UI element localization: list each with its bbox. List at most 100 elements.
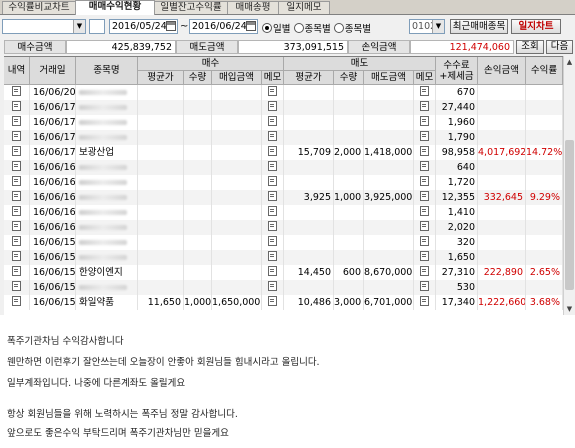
buy-memo-icon-cell[interactable] bbox=[262, 280, 284, 295]
table-row[interactable]: 16/06/16 1,720 bbox=[4, 175, 563, 190]
memo-document-icon[interactable] bbox=[12, 161, 21, 171]
buy-memo-icon-cell[interactable] bbox=[262, 130, 284, 145]
buy-memo-icon-cell[interactable] bbox=[262, 175, 284, 190]
memo-document-icon[interactable] bbox=[420, 146, 429, 156]
grid-scrollbar[interactable]: ▲ ▼ bbox=[563, 56, 575, 315]
journal-chart-button[interactable]: 일지차트 bbox=[511, 19, 561, 34]
memo-document-icon[interactable] bbox=[268, 281, 277, 291]
detail-icon-cell[interactable] bbox=[4, 265, 30, 280]
tab-trade-review[interactable]: 매매송평 bbox=[227, 1, 279, 14]
sell-memo-icon-cell[interactable] bbox=[414, 115, 436, 130]
sell-memo-icon-cell[interactable] bbox=[414, 235, 436, 250]
memo-document-icon[interactable] bbox=[12, 101, 21, 111]
calendar-icon[interactable] bbox=[166, 21, 176, 31]
buy-memo-icon-cell[interactable] bbox=[262, 220, 284, 235]
chevron-down-icon[interactable]: ▼ bbox=[432, 20, 444, 33]
memo-document-icon[interactable] bbox=[268, 236, 277, 246]
sell-memo-icon-cell[interactable] bbox=[414, 85, 436, 100]
detail-icon-cell[interactable] bbox=[4, 235, 30, 250]
memo-document-icon[interactable] bbox=[12, 191, 21, 201]
memo-document-icon[interactable] bbox=[268, 251, 277, 261]
detail-icon-cell[interactable] bbox=[4, 115, 30, 130]
memo-document-icon[interactable] bbox=[420, 296, 429, 306]
scroll-down-icon[interactable]: ▼ bbox=[564, 303, 575, 315]
table-row[interactable]: 16/06/20 670 bbox=[4, 85, 563, 100]
table-row[interactable]: 16/06/16 2,020 bbox=[4, 220, 563, 235]
table-row[interactable]: 16/06/15 530 bbox=[4, 280, 563, 295]
account-select[interactable]: ▼ bbox=[2, 19, 86, 34]
detail-icon-cell[interactable] bbox=[4, 280, 30, 295]
memo-document-icon[interactable] bbox=[12, 251, 21, 261]
query-button[interactable]: 조회 bbox=[516, 40, 544, 54]
buy-memo-icon-cell[interactable] bbox=[262, 205, 284, 220]
memo-document-icon[interactable] bbox=[420, 176, 429, 186]
memo-document-icon[interactable] bbox=[12, 206, 21, 216]
buy-memo-icon-cell[interactable] bbox=[262, 250, 284, 265]
buy-memo-icon-cell[interactable] bbox=[262, 295, 284, 310]
radio-daily[interactable]: 일별 bbox=[262, 23, 290, 35]
memo-document-icon[interactable] bbox=[12, 281, 21, 291]
memo-document-icon[interactable] bbox=[268, 296, 277, 306]
memo-document-icon[interactable] bbox=[420, 251, 429, 261]
sell-memo-icon-cell[interactable] bbox=[414, 220, 436, 235]
recent-trade-stocks-button[interactable]: 최근매매종목 bbox=[450, 19, 508, 34]
detail-icon-cell[interactable] bbox=[4, 130, 30, 145]
detail-icon-cell[interactable] bbox=[4, 190, 30, 205]
sell-memo-icon-cell[interactable] bbox=[414, 295, 436, 310]
memo-document-icon[interactable] bbox=[12, 86, 21, 96]
detail-icon-cell[interactable] bbox=[4, 175, 30, 190]
table-row[interactable]: 16/06/15 화일약품 11,650 1,000 1,650,000 10,486 3,… bbox=[4, 295, 563, 310]
memo-document-icon[interactable] bbox=[12, 116, 21, 126]
memo-document-icon[interactable] bbox=[268, 176, 277, 186]
table-row[interactable]: 16/06/17 보광산업 15,709 2,000 1,418,000 98,958 4,… bbox=[4, 145, 563, 160]
memo-document-icon[interactable] bbox=[420, 206, 429, 216]
memo-document-icon[interactable] bbox=[268, 131, 277, 141]
sell-memo-icon-cell[interactable] bbox=[414, 145, 436, 160]
radio-stock[interactable]: 종목별 bbox=[333, 23, 371, 35]
memo-document-icon[interactable] bbox=[420, 116, 429, 126]
memo-document-icon[interactable] bbox=[420, 266, 429, 276]
next-button[interactable]: 다음 bbox=[546, 40, 573, 54]
buy-memo-icon-cell[interactable] bbox=[262, 85, 284, 100]
sell-memo-icon-cell[interactable] bbox=[414, 280, 436, 295]
memo-document-icon[interactable] bbox=[420, 221, 429, 231]
sell-memo-icon-cell[interactable] bbox=[414, 205, 436, 220]
memo-document-icon[interactable] bbox=[268, 266, 277, 276]
tab-daily-balance-return[interactable]: 일별잔고수익률 bbox=[154, 1, 228, 14]
sell-memo-icon-cell[interactable] bbox=[414, 175, 436, 190]
chevron-down-icon[interactable]: ▼ bbox=[73, 20, 85, 33]
sell-memo-icon-cell[interactable] bbox=[414, 265, 436, 280]
table-row[interactable]: 16/06/16 3,925 1,000 3,925,000 12,355 332,645… bbox=[4, 190, 563, 205]
detail-icon-cell[interactable] bbox=[4, 250, 30, 265]
memo-document-icon[interactable] bbox=[420, 191, 429, 201]
memo-document-icon[interactable] bbox=[268, 206, 277, 216]
memo-document-icon[interactable] bbox=[12, 296, 21, 306]
memo-document-icon[interactable] bbox=[268, 191, 277, 201]
table-row[interactable]: 16/06/17 1,960 bbox=[4, 115, 563, 130]
sell-memo-icon-cell[interactable] bbox=[414, 160, 436, 175]
buy-memo-icon-cell[interactable] bbox=[262, 160, 284, 175]
table-row[interactable]: 16/06/15 1,650 bbox=[4, 250, 563, 265]
table-row[interactable]: 16/06/15 한양이엔지 14,450 600 8,670,000 27,310 222… bbox=[4, 265, 563, 280]
memo-document-icon[interactable] bbox=[268, 146, 277, 156]
buy-memo-icon-cell[interactable] bbox=[262, 190, 284, 205]
stock-code-select[interactable]: 010280 ▼ bbox=[409, 19, 445, 34]
detail-icon-cell[interactable] bbox=[4, 295, 30, 310]
memo-document-icon[interactable] bbox=[420, 161, 429, 171]
tab-trade-profit-status[interactable]: 매매수익현황 bbox=[75, 0, 155, 15]
buy-memo-icon-cell[interactable] bbox=[262, 265, 284, 280]
scroll-thumb[interactable] bbox=[565, 140, 574, 290]
detail-icon-cell[interactable] bbox=[4, 205, 30, 220]
sell-memo-icon-cell[interactable] bbox=[414, 190, 436, 205]
memo-document-icon[interactable] bbox=[420, 281, 429, 291]
table-row[interactable]: 16/06/16 1,410 bbox=[4, 205, 563, 220]
calendar-icon[interactable] bbox=[246, 21, 256, 31]
sell-memo-icon-cell[interactable] bbox=[414, 250, 436, 265]
sell-memo-icon-cell[interactable] bbox=[414, 130, 436, 145]
memo-document-icon[interactable] bbox=[420, 86, 429, 96]
memo-document-icon[interactable] bbox=[268, 86, 277, 96]
detail-icon-cell[interactable] bbox=[4, 145, 30, 160]
memo-document-icon[interactable] bbox=[268, 101, 277, 111]
detail-icon-cell[interactable] bbox=[4, 220, 30, 235]
buy-memo-icon-cell[interactable] bbox=[262, 100, 284, 115]
